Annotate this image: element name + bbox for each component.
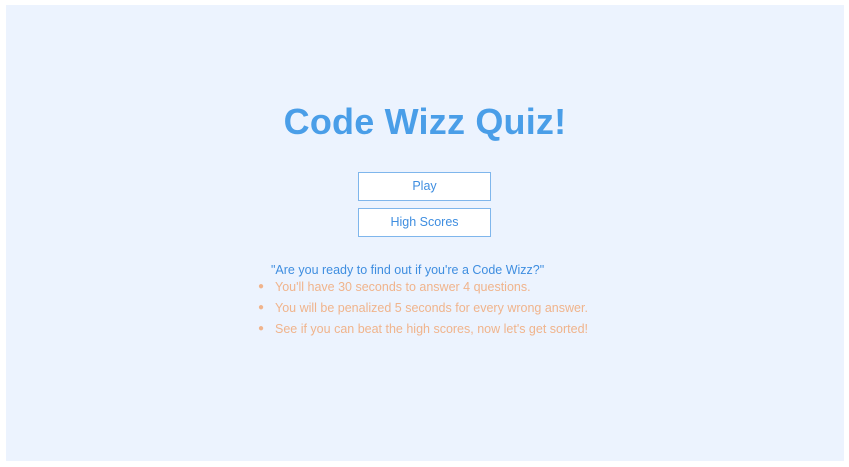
- quiz-home-screen: Code Wizz Quiz! Play High Scores "Are yo…: [6, 5, 844, 461]
- list-item: ● You'll have 30 seconds to answer 4 ques…: [258, 279, 588, 300]
- bullet-icon: ●: [258, 302, 265, 313]
- play-button[interactable]: Play: [358, 172, 491, 201]
- intro-question: "Are you ready to find out if you're a C…: [271, 263, 545, 277]
- list-item: ● See if you can beat the high scores, no…: [258, 321, 588, 342]
- rules-list: ● You'll have 30 seconds to answer 4 ques…: [258, 279, 588, 342]
- bullet-icon: ●: [258, 323, 265, 334]
- bullet-icon: ●: [258, 281, 265, 292]
- rule-text: You'll have 30 seconds to answer 4 quest…: [275, 280, 531, 294]
- page-title: Code Wizz Quiz!: [283, 101, 567, 142]
- list-item: ● You will be penalized 5 seconds for eve…: [258, 300, 588, 321]
- high-scores-button[interactable]: High Scores: [358, 208, 491, 237]
- rule-text: You will be penalized 5 seconds for ever…: [275, 301, 588, 315]
- rule-text: See if you can beat the high scores, now…: [275, 322, 588, 336]
